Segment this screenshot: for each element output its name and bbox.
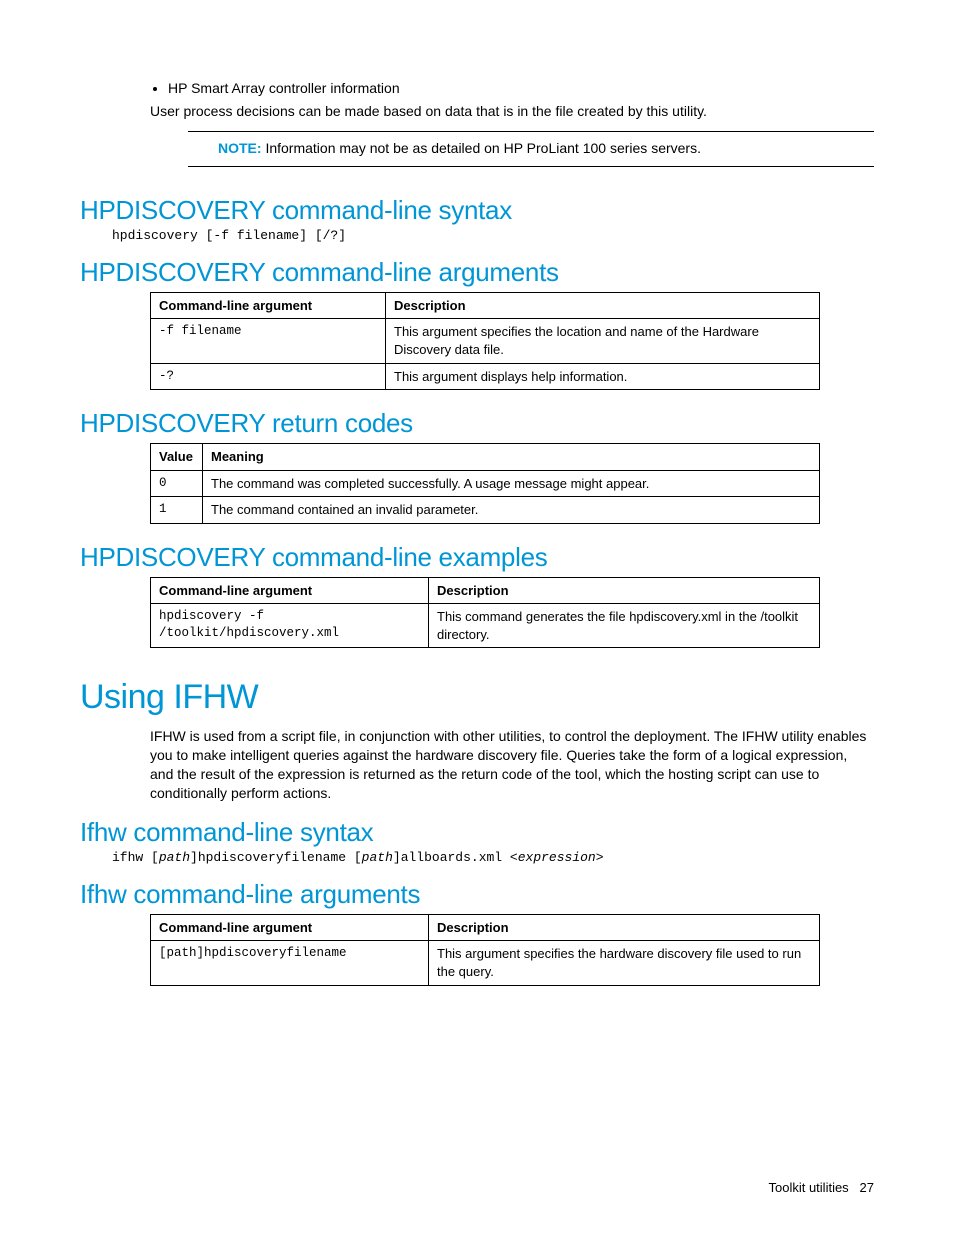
table-hpdiscovery-examples: Command-line argument Description hpdisc… — [150, 577, 820, 649]
code-part: ]hpdiscoveryfilename [ — [190, 850, 362, 865]
heading-hpdiscovery-args: HPDISCOVERY command-line arguments — [80, 257, 874, 288]
code-part-italic: expression — [518, 850, 596, 865]
th-arg: Command-line argument — [151, 292, 386, 319]
table-row: -? This argument displays help informati… — [151, 363, 820, 390]
page-footer: Toolkit utilities 27 — [768, 1180, 874, 1195]
table-row: [path]hpdiscoveryfilename This argument … — [151, 941, 820, 985]
cell-meaning: The command was completed successfully. … — [203, 470, 820, 497]
table-ifhw-args: Command-line argument Description [path]… — [150, 914, 820, 986]
heading-hpdiscovery-syntax: HPDISCOVERY command-line syntax — [80, 195, 874, 226]
footer-label: Toolkit utilities — [768, 1180, 848, 1195]
footer-page-number: 27 — [860, 1180, 874, 1195]
table-row: 1 The command contained an invalid param… — [151, 497, 820, 524]
ifhw-paragraph: IFHW is used from a script file, in conj… — [150, 727, 874, 803]
cell-value: 0 — [151, 470, 203, 497]
th-value: Value — [151, 444, 203, 471]
heading-ifhw-args: Ifhw command-line arguments — [80, 879, 874, 910]
page: HP Smart Array controller information Us… — [0, 0, 954, 1235]
table-row: -f filename This argument specifies the … — [151, 319, 820, 363]
cell-arg: hpdiscovery -f /toolkit/hpdiscovery.xml — [151, 604, 429, 648]
heading-ifhw-syntax: Ifhw command-line syntax — [80, 817, 874, 848]
bullet-item: HP Smart Array controller information — [168, 80, 874, 96]
cell-desc: This argument specifies the hardware dis… — [429, 941, 820, 985]
content-column: HP Smart Array controller information Us… — [150, 80, 874, 986]
th-meaning: Meaning — [203, 444, 820, 471]
table-row: Command-line argument Description — [151, 292, 820, 319]
table-row: Command-line argument Description — [151, 577, 820, 604]
code-ifhw-syntax: ifhw [path]hpdiscoveryfilename [path]all… — [112, 850, 874, 865]
intro-paragraph: User process decisions can be made based… — [150, 102, 874, 121]
cell-desc: This argument displays help information. — [386, 363, 820, 390]
note-text: Information may not be as detailed on HP… — [262, 140, 701, 156]
note-label: NOTE: — [218, 140, 262, 156]
cell-value: 1 — [151, 497, 203, 524]
cell-desc: This argument specifies the location and… — [386, 319, 820, 363]
code-part-italic: path — [362, 850, 393, 865]
heading-hpdiscovery-examples: HPDISCOVERY command-line examples — [80, 542, 874, 573]
cell-arg: [path]hpdiscoveryfilename — [151, 941, 429, 985]
code-hpdiscovery-syntax: hpdiscovery [-f filename] [/?] — [112, 228, 874, 243]
table-row: hpdiscovery -f /toolkit/hpdiscovery.xml … — [151, 604, 820, 648]
cell-meaning: The command contained an invalid paramet… — [203, 497, 820, 524]
th-desc: Description — [429, 914, 820, 941]
bullet-list: HP Smart Array controller information — [150, 80, 874, 96]
table-row: 0 The command was completed successfully… — [151, 470, 820, 497]
table-hpdiscovery-return: Value Meaning 0 The command was complete… — [150, 443, 820, 524]
cell-desc: This command generates the file hpdiscov… — [429, 604, 820, 648]
code-part: ifhw [ — [112, 850, 159, 865]
table-row: Value Meaning — [151, 444, 820, 471]
table-row: Command-line argument Description — [151, 914, 820, 941]
code-part: > — [596, 850, 604, 865]
th-arg: Command-line argument — [151, 914, 429, 941]
code-part-italic: path — [159, 850, 190, 865]
heading-using-ifhw: Using IFHW — [80, 678, 874, 717]
code-part: ]allboards.xml < — [393, 850, 518, 865]
heading-hpdiscovery-return: HPDISCOVERY return codes — [80, 408, 874, 439]
cell-arg: -? — [151, 363, 386, 390]
table-hpdiscovery-args: Command-line argument Description -f fil… — [150, 292, 820, 390]
note-box: NOTE: Information may not be as detailed… — [188, 131, 874, 167]
th-arg: Command-line argument — [151, 577, 429, 604]
th-desc: Description — [429, 577, 820, 604]
cell-arg: -f filename — [151, 319, 386, 363]
th-desc: Description — [386, 292, 820, 319]
